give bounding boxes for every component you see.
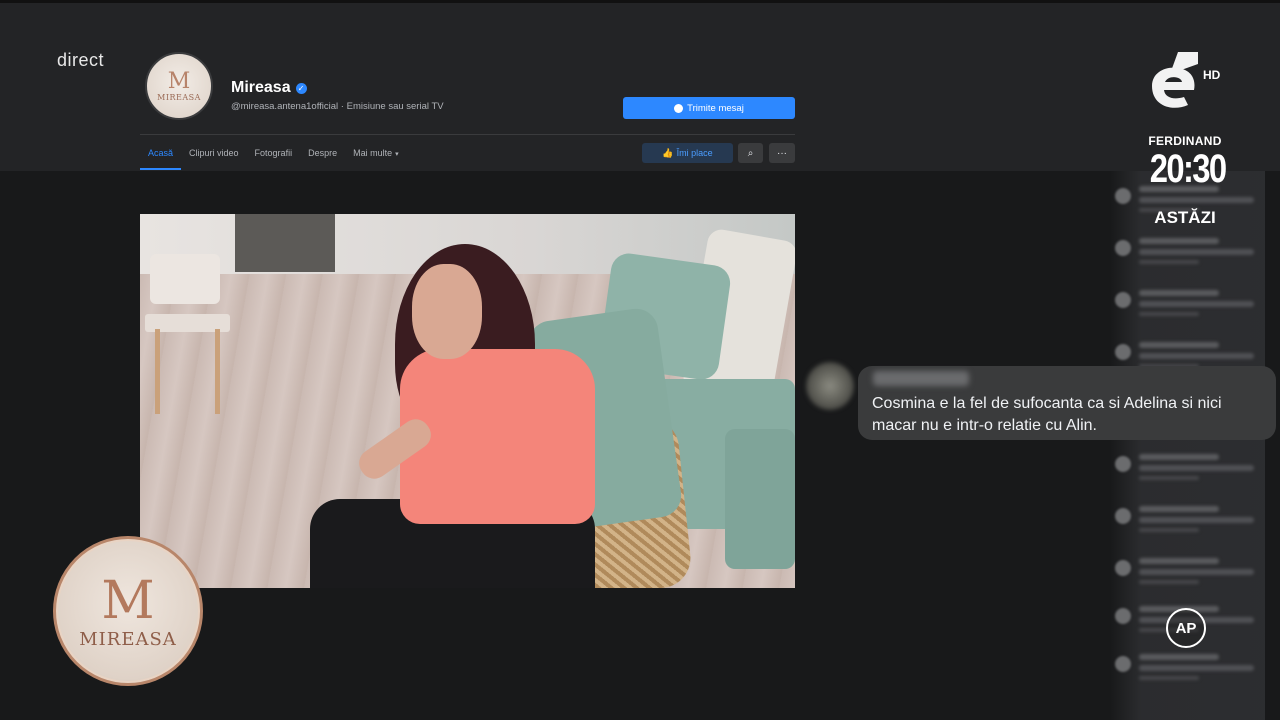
- list-item: [1115, 648, 1265, 690]
- messenger-icon: [674, 103, 684, 113]
- comment-avatar: [806, 362, 854, 410]
- chevron-down-icon: ▾: [395, 151, 399, 158]
- page-meta: @mireasa.antena1official · Emisiune sau …: [231, 101, 444, 112]
- tab-home[interactable]: Acasă: [140, 141, 182, 170]
- video-person-face: [412, 264, 482, 359]
- promo-time: 20:30: [1149, 147, 1227, 191]
- video-door: [235, 214, 335, 272]
- send-message-label: Trimite mesaj: [687, 102, 744, 114]
- like-label: Îmi place: [676, 148, 713, 158]
- send-message-button[interactable]: Trimite mesaj: [623, 97, 795, 119]
- comment-author-blurred: [873, 371, 969, 386]
- show-logo-monogram: M: [101, 570, 155, 631]
- live-direct-label: direct: [57, 50, 105, 70]
- tab-photos[interactable]: Fotografii: [247, 141, 301, 170]
- video-frame[interactable]: [140, 214, 795, 588]
- avatar-wordmark: MIREASA: [157, 92, 201, 102]
- search-icon: ⌕: [747, 147, 754, 159]
- hd-label: HD: [1203, 68, 1221, 82]
- list-item: [1115, 448, 1265, 490]
- tab-home-label: Acasă: [148, 148, 174, 158]
- page-title[interactable]: Mireasa ✓: [231, 79, 307, 97]
- tab-more-label: Mai multe: [353, 148, 393, 158]
- like-button[interactable]: 👍 Îmi place: [642, 143, 733, 163]
- list-item: [1115, 284, 1265, 326]
- tab-about[interactable]: Despre: [300, 141, 345, 170]
- channel-logo-icon: [1152, 52, 1198, 108]
- list-item: [1115, 500, 1265, 542]
- search-button[interactable]: ⌕: [738, 143, 763, 163]
- more-options-button[interactable]: ···: [769, 143, 795, 163]
- list-item: [1115, 232, 1265, 274]
- more-dots-icon: ···: [777, 147, 787, 159]
- video-chair: [140, 244, 245, 414]
- tab-videos-label: Clipuri video: [189, 148, 239, 158]
- tab-about-label: Despre: [308, 148, 338, 158]
- video-sofa-arm: [725, 429, 795, 569]
- verified-badge-icon: ✓: [295, 82, 307, 94]
- header-divider: [140, 134, 795, 135]
- show-logo-wordmark: MIREASA: [79, 628, 177, 650]
- page-title-text: Mireasa: [231, 79, 291, 96]
- avatar-monogram: M: [167, 68, 191, 94]
- promo-day: ASTĂZI: [1154, 208, 1216, 227]
- page-avatar[interactable]: M MIREASA: [145, 52, 213, 120]
- page-tabs: Acasă Clipuri video Fotografii Despre Ma…: [140, 141, 407, 170]
- thumbs-up-icon: 👍: [662, 147, 674, 158]
- ap-rating-badge: AP: [1166, 608, 1206, 648]
- top-line: [0, 0, 1280, 3]
- list-item: [1115, 552, 1265, 594]
- tab-videos[interactable]: Clipuri video: [181, 141, 247, 170]
- tab-photos-label: Fotografii: [254, 148, 293, 158]
- show-logo: M MIREASA: [53, 536, 203, 686]
- tab-more[interactable]: Mai multe ▾: [345, 141, 407, 170]
- comment-text: Cosmina e la fel de sufocanta ca si Adel…: [872, 395, 1222, 434]
- promo-show-name: FERDINAND: [1148, 134, 1222, 148]
